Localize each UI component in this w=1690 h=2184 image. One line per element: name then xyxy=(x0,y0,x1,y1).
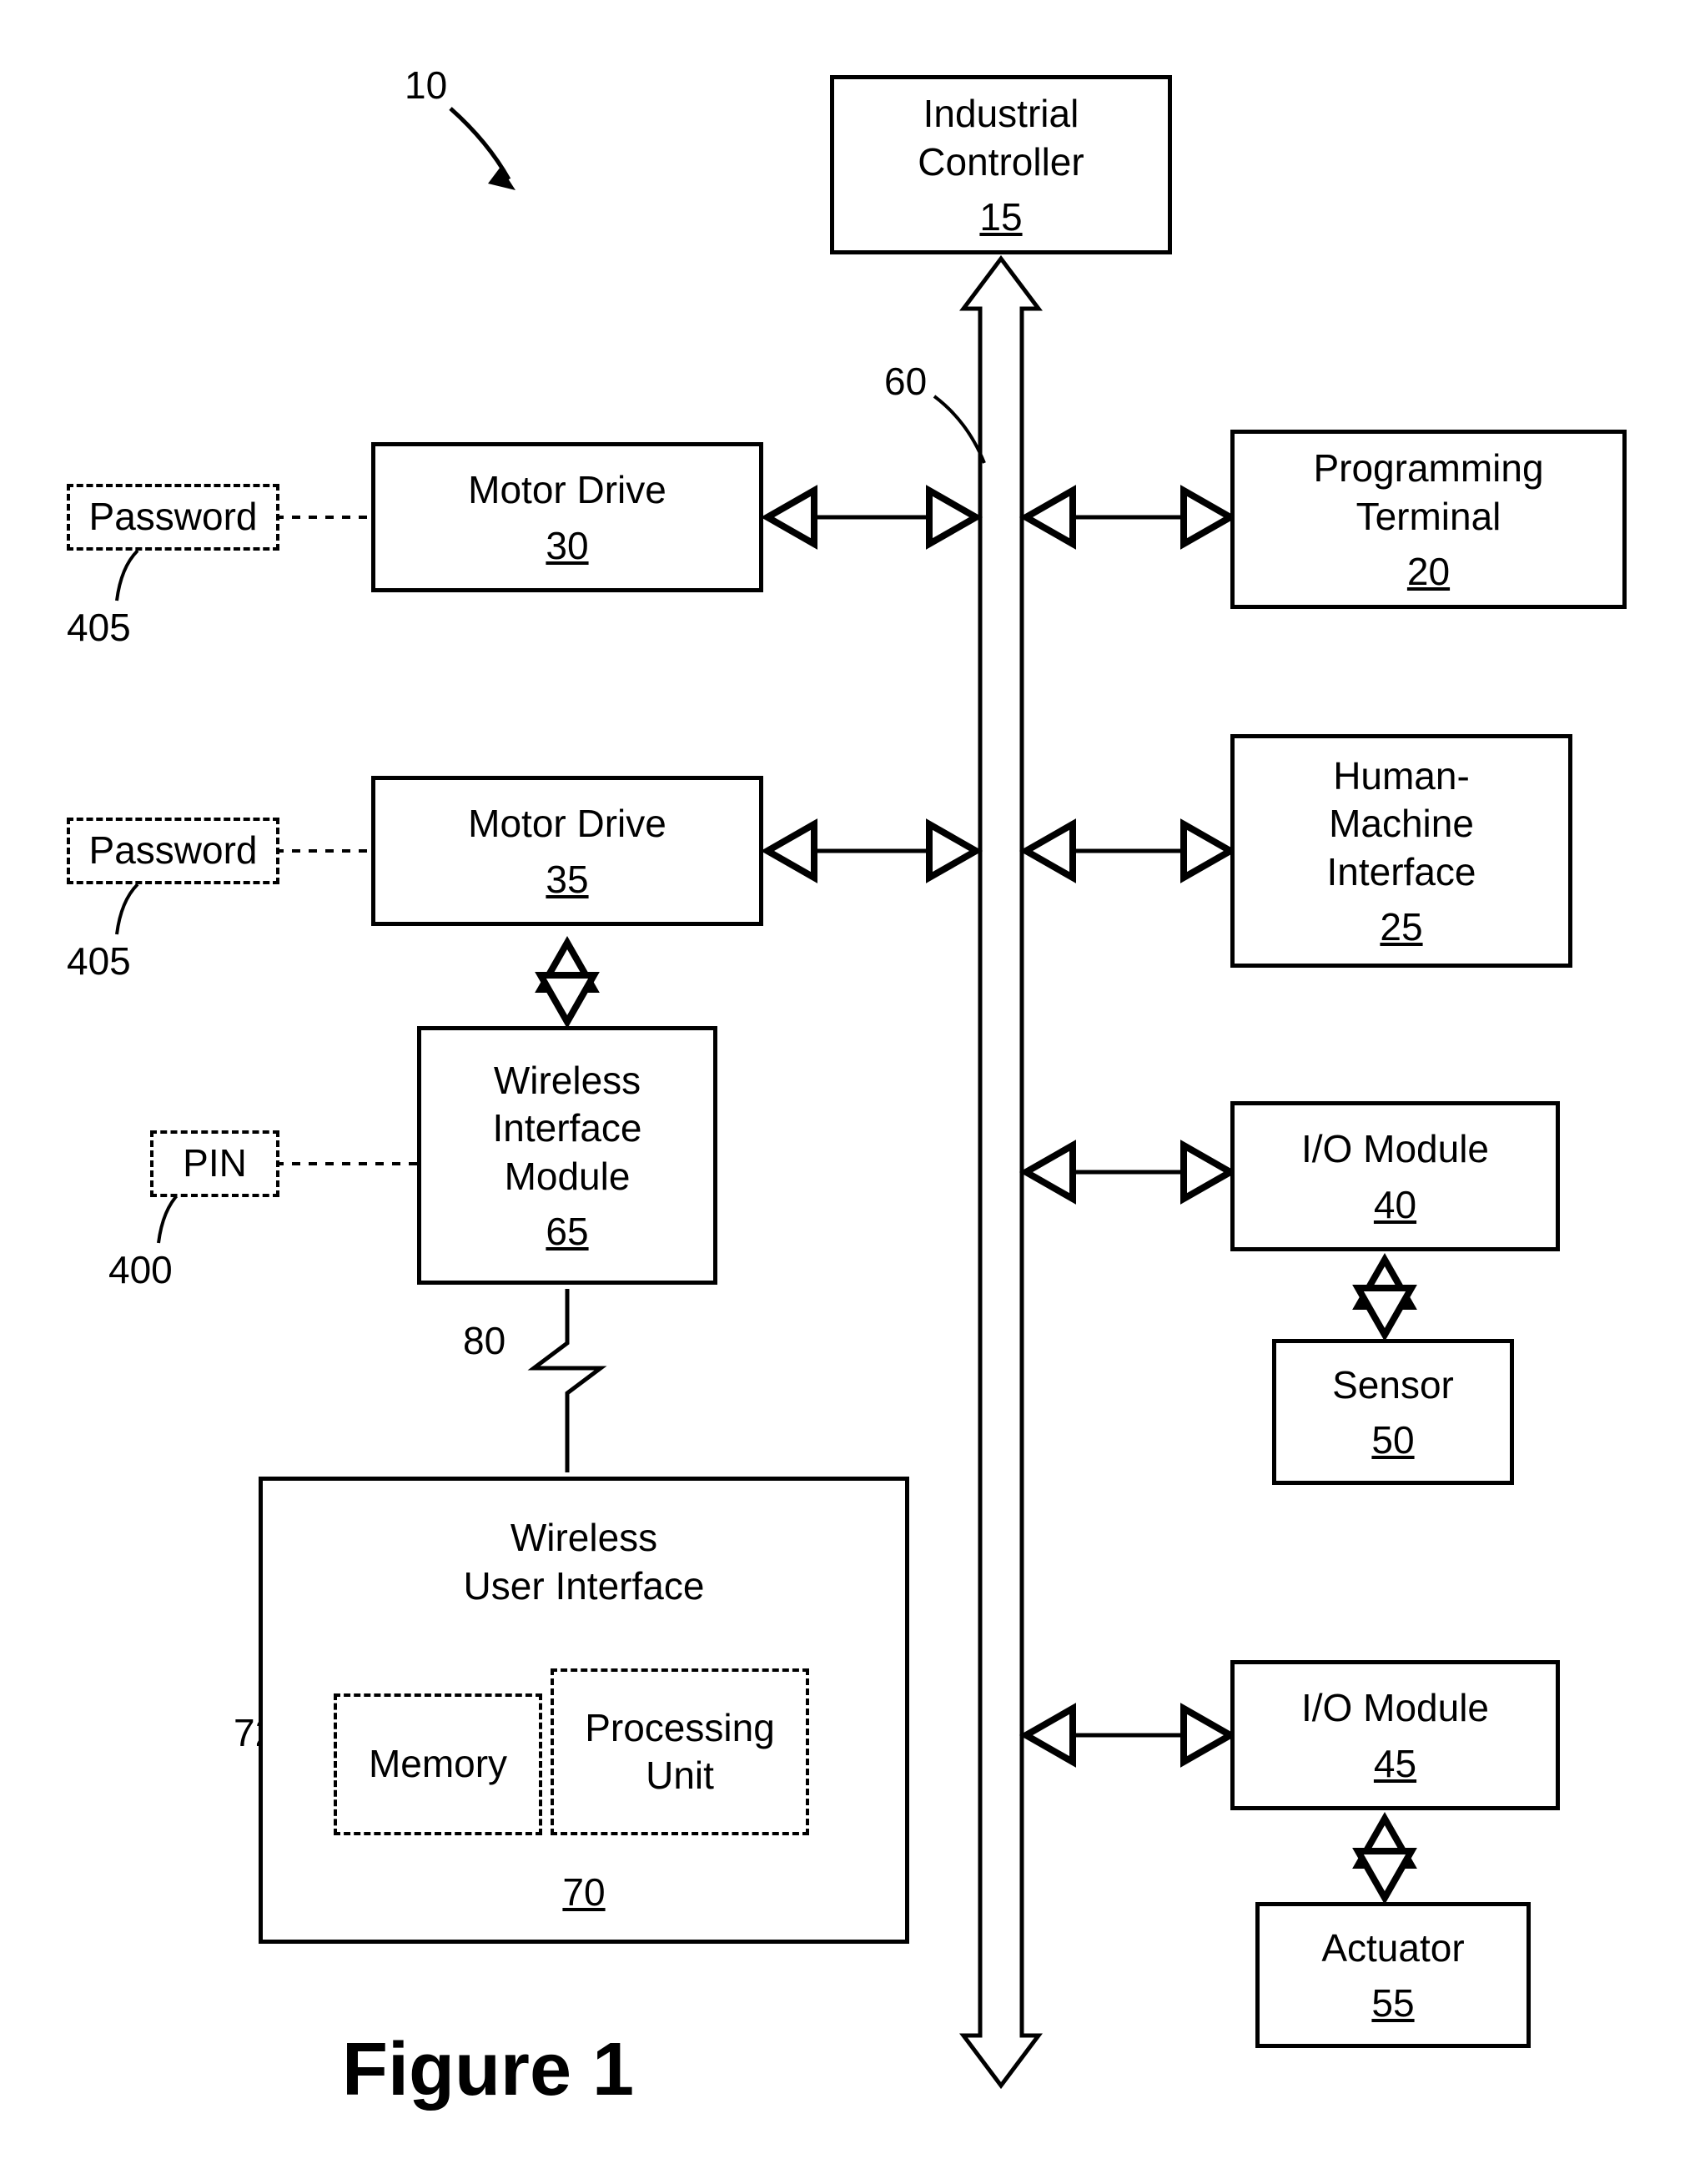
callout-405-top xyxy=(117,551,138,601)
actuator-box: Actuator 55 xyxy=(1255,1902,1531,2048)
hmi-box: Human- Machine Interface 25 xyxy=(1230,734,1572,968)
bus-ref-leader xyxy=(934,396,984,463)
figure-title: Figure 1 xyxy=(342,2027,634,2113)
motor-drive-30-box: Motor Drive 30 xyxy=(371,442,763,592)
io-module-45-ref: 45 xyxy=(1374,1741,1416,1786)
motor-drive-30-ref: 30 xyxy=(546,523,588,568)
password-ref-top: 405 xyxy=(67,605,131,650)
bus-ref: 60 xyxy=(884,359,927,404)
memory-label: Memory xyxy=(369,1740,507,1789)
io-module-40-box: I/O Module 40 xyxy=(1230,1101,1560,1251)
processing-unit-box: Processing Unit xyxy=(551,1668,809,1835)
sensor-label: Sensor xyxy=(1332,1361,1454,1410)
programming-terminal-box: Programming Terminal 20 xyxy=(1230,430,1627,609)
wireless-interface-module-ref: 65 xyxy=(546,1209,588,1254)
sensor-box: Sensor 50 xyxy=(1272,1339,1514,1485)
pin-box: PIN xyxy=(150,1130,279,1197)
industrial-controller-ref: 15 xyxy=(979,194,1022,239)
motor-drive-30-label: Motor Drive xyxy=(468,466,666,515)
wireless-link-ref: 80 xyxy=(463,1318,505,1363)
io-module-45-label: I/O Module xyxy=(1301,1684,1489,1733)
hmi-label: Human- Machine Interface xyxy=(1327,752,1476,897)
processing-unit-label: Processing Unit xyxy=(585,1704,775,1800)
memory-box: Memory xyxy=(334,1693,542,1835)
password-bottom-box: Password xyxy=(67,818,279,884)
callout-405-bottom xyxy=(117,884,138,934)
motor-drive-35-box: Motor Drive 35 xyxy=(371,776,763,926)
password-top-box: Password xyxy=(67,484,279,551)
pin-label: PIN xyxy=(183,1140,247,1188)
programming-terminal-label: Programming Terminal xyxy=(1313,445,1543,541)
programming-terminal-ref: 20 xyxy=(1407,549,1450,594)
password-top-label: Password xyxy=(89,493,258,541)
password-ref-bottom: 405 xyxy=(67,939,131,984)
wireless-interface-module-box: Wireless Interface Module 65 xyxy=(417,1026,717,1285)
system-ref: 10 xyxy=(405,63,447,108)
actuator-label: Actuator xyxy=(1321,1925,1464,1973)
callout-400 xyxy=(158,1193,179,1243)
io-module-45-box: I/O Module 45 xyxy=(1230,1660,1560,1810)
wireless-user-interface-ref: 70 xyxy=(562,1869,605,1915)
motor-drive-35-ref: 35 xyxy=(546,857,588,902)
industrial-controller-label: Industrial Controller xyxy=(918,90,1084,186)
industrial-controller-box: Industrial Controller 15 xyxy=(830,75,1172,254)
wireless-interface-module-label: Wireless Interface Module xyxy=(493,1057,642,1201)
password-bottom-label: Password xyxy=(89,827,258,875)
hmi-ref: 25 xyxy=(1380,904,1422,949)
io-module-40-label: I/O Module xyxy=(1301,1125,1489,1174)
wireless-link xyxy=(534,1289,601,1472)
sensor-ref: 50 xyxy=(1371,1417,1414,1462)
io-module-40-ref: 40 xyxy=(1374,1182,1416,1227)
actuator-ref: 55 xyxy=(1371,1980,1414,2025)
wireless-user-interface-label: Wireless User Interface xyxy=(464,1514,705,1610)
motor-drive-35-label: Motor Drive xyxy=(468,800,666,848)
pin-ref: 400 xyxy=(108,1247,173,1292)
